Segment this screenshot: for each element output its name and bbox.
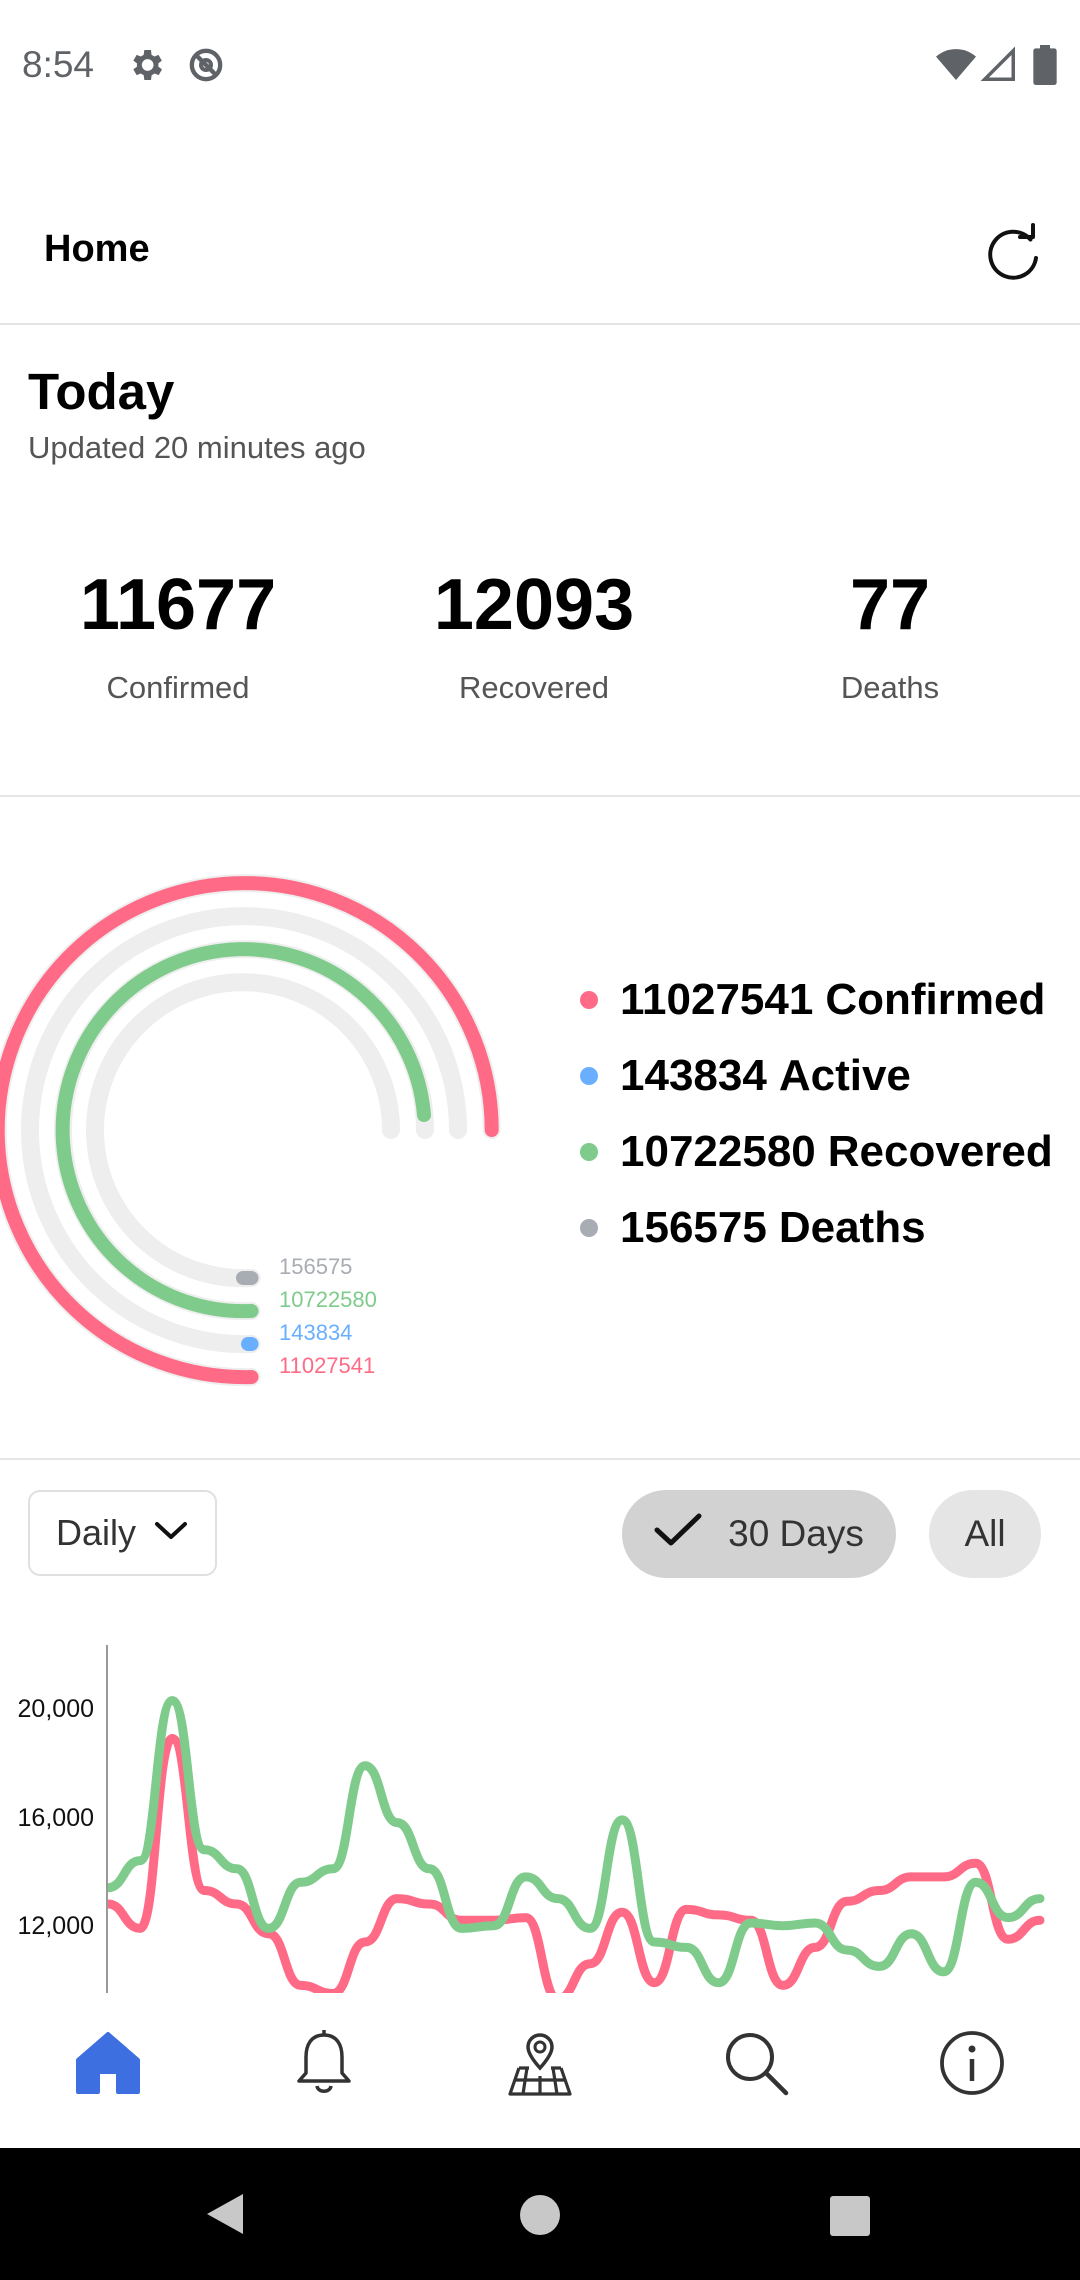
check-icon — [654, 1512, 702, 1557]
battery-icon — [1032, 45, 1058, 90]
ring-label-recovered: 10722580 — [279, 1287, 377, 1312]
stat-label: Deaths — [840, 670, 940, 705]
map-pin-icon — [508, 2033, 572, 2096]
nav-search[interactable] — [716, 2023, 796, 2103]
chip-label: All — [964, 1513, 1006, 1554]
nav-info[interactable] — [932, 2023, 1012, 2103]
ring-label-active: 143834 — [279, 1320, 352, 1345]
page-title: Home — [44, 228, 150, 270]
legend-item-deaths: 156575 Deaths — [580, 1190, 1053, 1266]
legend-dot — [580, 1143, 598, 1161]
chevron-down-icon — [154, 1520, 188, 1547]
stat-confirmed: 11677 Confirmed — [0, 560, 356, 706]
signal-icon — [980, 45, 1018, 90]
system-nav-bar — [0, 2148, 1080, 2280]
stat-recovered: 12093 Recovered — [356, 560, 712, 706]
info-icon — [940, 2031, 1004, 2095]
series-line-pink — [108, 1734, 1045, 1993]
search-icon — [726, 2033, 789, 2096]
square-icon — [830, 2196, 870, 2236]
legend-dot — [580, 1067, 598, 1085]
chip-label: 30 Days — [728, 1513, 864, 1554]
bottom-nav — [0, 1993, 1080, 2148]
stat-value: 77 — [849, 565, 931, 645]
back-icon — [207, 2194, 243, 2234]
ring-legend: 11027541 Confirmed 143834 Active 1072258… — [580, 962, 1053, 1266]
ring-chart: 156575 10722580 143834 11027541 — [0, 874, 501, 1387]
legend-dot — [580, 1219, 598, 1237]
status-time: 8:54 — [22, 44, 95, 85]
ring-arc-recovered — [55, 942, 431, 1319]
legend-label: Recovered — [827, 1127, 1053, 1176]
stat-label: Confirmed — [106, 670, 250, 705]
series-line-green — [108, 1696, 1045, 1988]
back-button[interactable] — [205, 2192, 245, 2241]
app-bar: Home — [0, 135, 1080, 325]
wifi-icon — [936, 45, 976, 90]
circle-icon — [520, 2195, 560, 2235]
updated-timestamp: Updated 20 minutes ago — [28, 430, 366, 465]
dropdown-label: Daily — [56, 1512, 137, 1553]
y-tick-label: 20,000 — [18, 1695, 94, 1723]
legend-item-active: 143834 Active — [580, 1038, 1053, 1114]
recents-button[interactable] — [829, 2195, 871, 2242]
divider — [0, 1458, 1080, 1460]
stat-value: 11677 — [79, 565, 277, 645]
stat-deaths: 77 Deaths — [712, 560, 1068, 706]
today-heading: Today — [28, 363, 175, 420]
nav-map[interactable] — [500, 2023, 580, 2103]
chip-all[interactable]: All — [929, 1490, 1041, 1578]
legend-value: 10722580 — [620, 1127, 816, 1176]
legend-item-confirmed: 11027541 Confirmed — [580, 962, 1053, 1038]
stat-label: Recovered — [459, 670, 609, 705]
y-tick-label: 16,000 — [18, 1804, 94, 1832]
legend-label: Deaths — [778, 1203, 926, 1252]
nav-home[interactable] — [68, 2023, 148, 2103]
refresh-button[interactable] — [982, 223, 1046, 287]
legend-value: 11027541 — [620, 975, 814, 1024]
bell-icon — [297, 2030, 351, 2093]
legend-item-recovered: 10722580 Recovered — [580, 1114, 1053, 1190]
period-dropdown[interactable]: Daily — [28, 1490, 217, 1576]
nav-notifications[interactable] — [284, 2023, 364, 2103]
home-system-button[interactable] — [519, 2194, 561, 2241]
ring-track-inner — [86, 973, 400, 1288]
legend-value: 156575 — [620, 1203, 767, 1252]
stat-value: 12093 — [433, 565, 635, 645]
ring-label-confirmed: 11027541 — [279, 1353, 375, 1378]
divider — [0, 795, 1080, 797]
home-icon — [76, 2032, 140, 2094]
settings-icon — [126, 45, 166, 90]
y-tick-label: 12,000 — [18, 1912, 94, 1940]
legend-label: Active — [778, 1051, 911, 1100]
ring-label-deaths: 156575 — [279, 1254, 352, 1279]
refresh-icon — [988, 223, 1038, 280]
legend-dot — [580, 991, 598, 1009]
data-saver-icon — [186, 45, 226, 90]
legend-label: Confirmed — [825, 975, 1046, 1024]
chip-30-days[interactable]: 30 Days — [622, 1490, 896, 1578]
legend-value: 143834 — [620, 1051, 767, 1100]
status-bar: 8:54 — [0, 0, 1080, 135]
line-chart: 20,000 16,000 12,000 — [18, 1645, 1045, 1993]
